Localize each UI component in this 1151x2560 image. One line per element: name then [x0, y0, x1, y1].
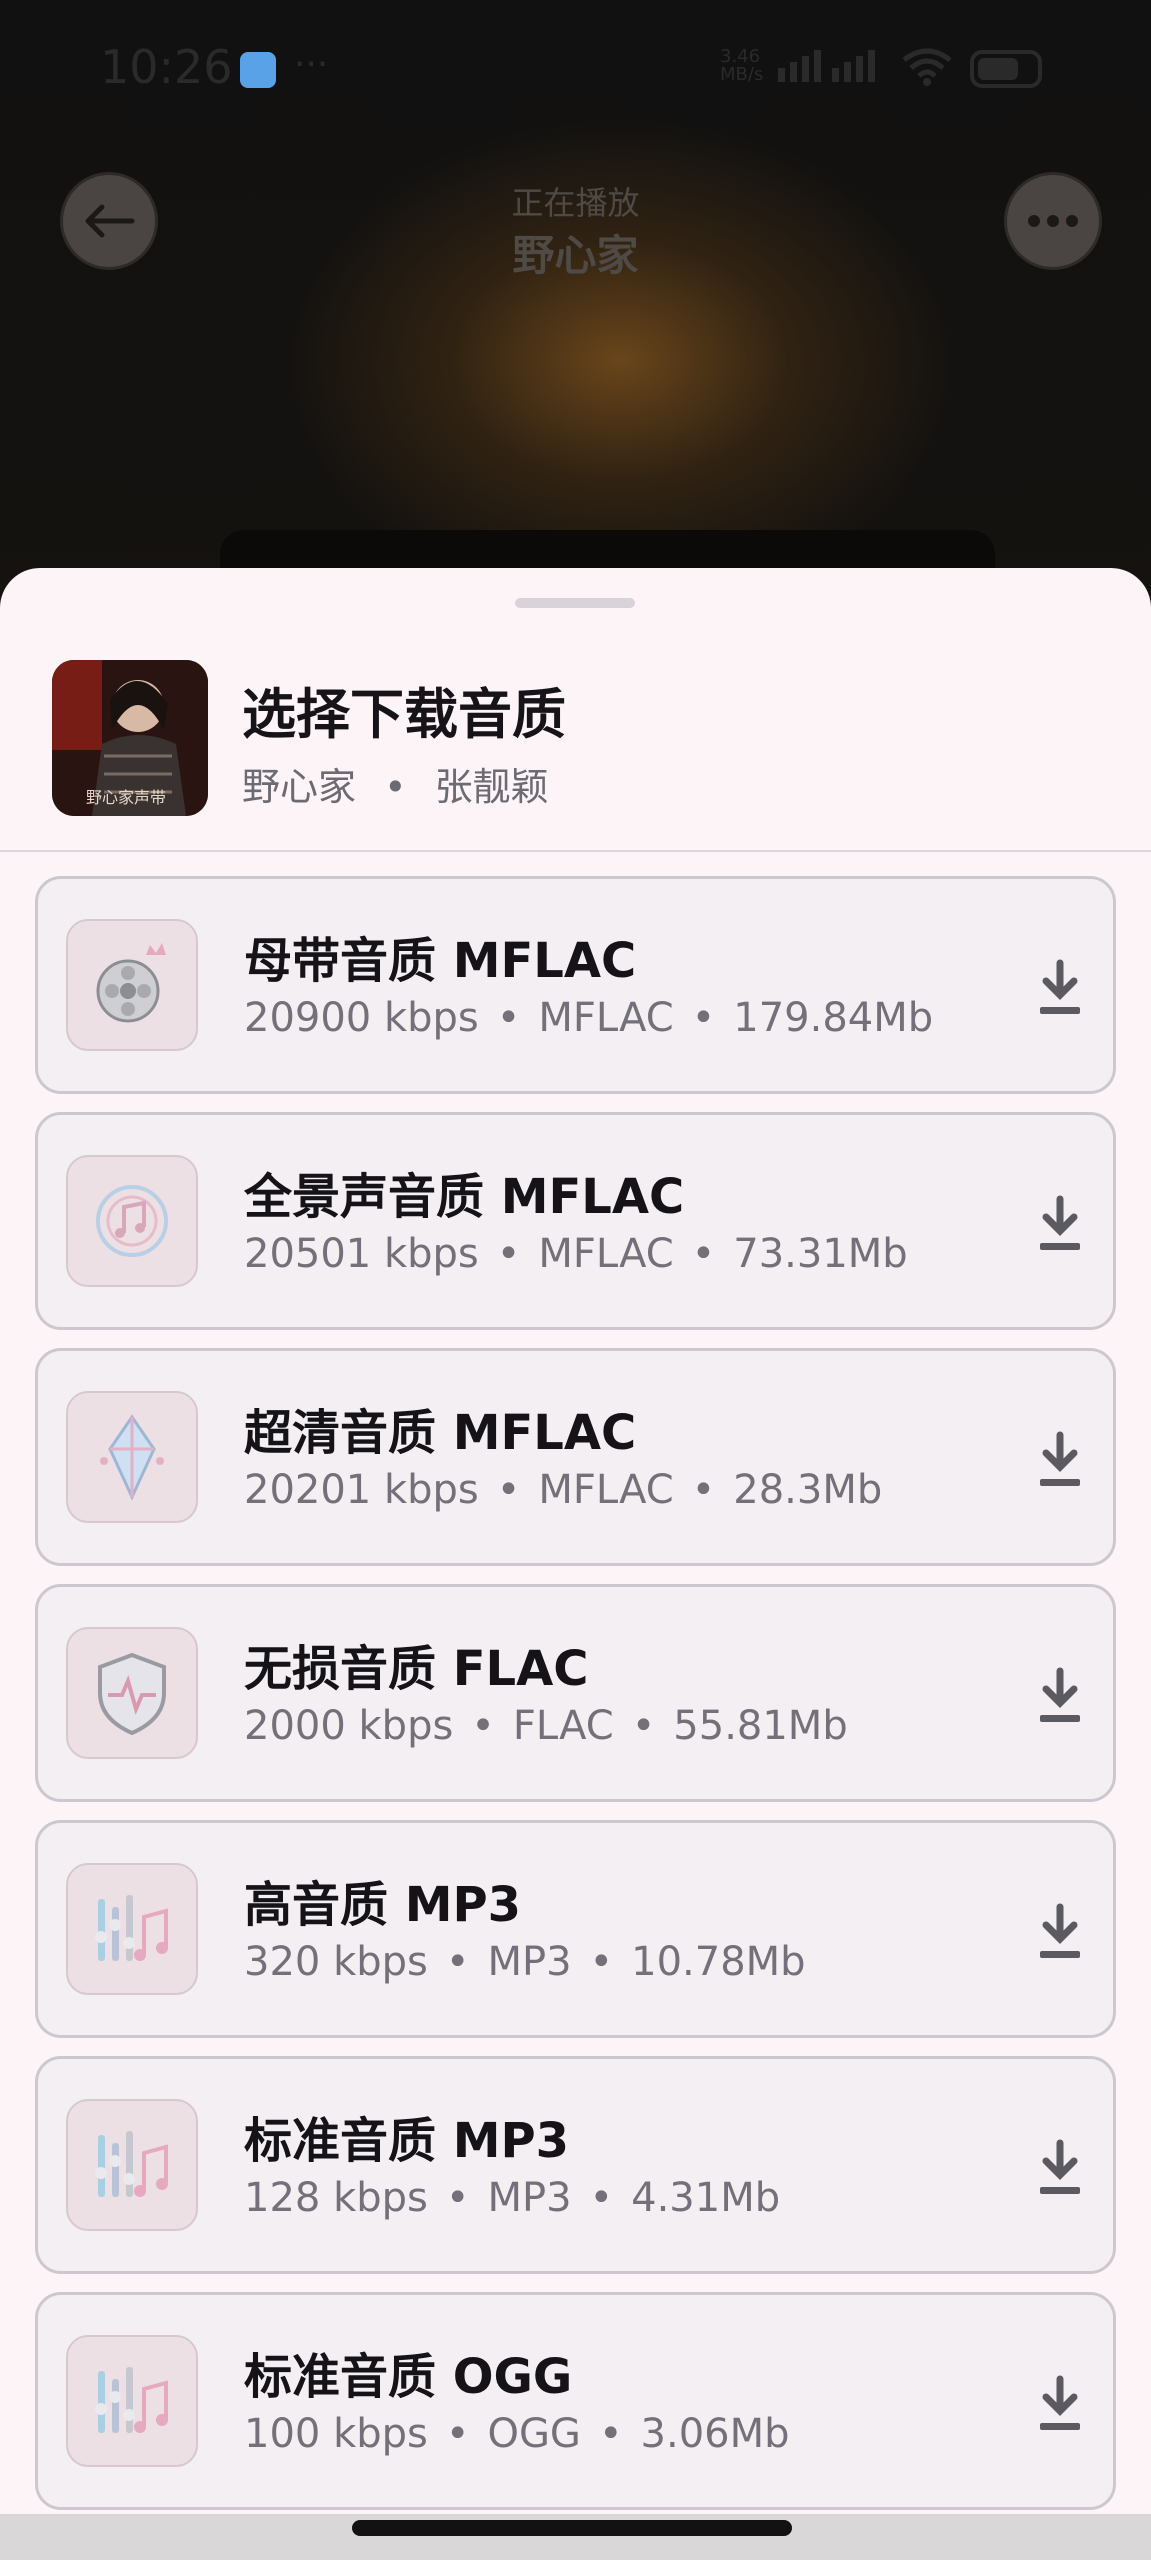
quality-format: MFLAC	[538, 1467, 674, 1513]
separator-dot: •	[589, 1939, 614, 1985]
quality-size: 4.31Mb	[631, 2175, 781, 2221]
sheet-drag-handle[interactable]	[515, 598, 635, 608]
separator-dot: •	[445, 1939, 470, 1985]
separator-dot: •	[496, 995, 521, 1041]
quality-bitrate: 128 kbps	[244, 2175, 428, 2221]
network-speed-unit: MB/s	[720, 64, 764, 85]
quality-format: OGG	[487, 2411, 581, 2457]
quality-size: 28.3Mb	[733, 1467, 883, 1513]
separator-dot: •	[496, 1231, 521, 1277]
quality-meta: 320 kbps • MP3 • 10.78Mb	[244, 1939, 806, 1985]
album-art-caption: 野心家声带	[86, 788, 167, 807]
quality-size: 179.84Mb	[733, 995, 934, 1041]
quality-meta: 100 kbps • OGG • 3.06Mb	[244, 2411, 790, 2457]
quality-bitrate: 20900 kbps	[244, 995, 479, 1041]
quality-bitrate: 20201 kbps	[244, 1467, 479, 1513]
app-notification-icon	[240, 52, 276, 88]
quality-option-high-mp3[interactable]: 高音质 MP3 320 kbps • MP3 • 10.78Mb	[35, 1820, 1116, 2038]
header-divider	[0, 850, 1151, 852]
quality-bitrate: 320 kbps	[244, 1939, 428, 1985]
quality-name: 超清音质 MFLAC	[244, 1405, 637, 1461]
quality-name: 标准音质 OGG	[244, 2349, 573, 2405]
separator-dot: •	[496, 1467, 521, 1513]
quality-bitrate: 20501 kbps	[244, 1231, 479, 1277]
quality-format: MP3	[487, 1939, 572, 1985]
quality-option-hires[interactable]: 超清音质 MFLAC 20201 kbps • MFLAC • 28.3Mb	[35, 1348, 1116, 1566]
equalizer-note-icon	[66, 2099, 198, 2231]
separator-dot: •	[691, 995, 716, 1041]
separator-dot: •	[691, 1231, 716, 1277]
quality-option-standard-mp3[interactable]: 标准音质 MP3 128 kbps • MP3 • 4.31Mb	[35, 2056, 1116, 2274]
quality-meta: 2000 kbps • FLAC • 55.81Mb	[244, 1703, 848, 1749]
quality-name: 标准音质 MP3	[244, 2113, 570, 2169]
master-reel-icon	[66, 919, 198, 1051]
quality-option-atmos[interactable]: 全景声音质 MFLAC 20501 kbps • MFLAC • 73.31Mb	[35, 1112, 1116, 1330]
signal-icon	[778, 50, 821, 82]
equalizer-note-icon	[66, 1863, 198, 1995]
quality-option-standard-ogg[interactable]: 标准音质 OGG 100 kbps • OGG • 3.06Mb	[35, 2292, 1116, 2510]
status-time: 10:26	[100, 40, 233, 94]
crystal-icon	[66, 1391, 198, 1523]
song-header: 野心家声带 选择下载音质 野心家 • 张靓颖	[52, 660, 1112, 816]
now-playing-label: 正在播放	[511, 184, 640, 222]
quality-size: 3.06Mb	[640, 2411, 790, 2457]
separator-dot: •	[384, 765, 407, 809]
quality-name: 全景声音质 MFLAC	[244, 1169, 685, 1225]
battery-icon	[970, 50, 1042, 88]
equalizer-note-icon	[66, 2335, 198, 2467]
lossless-shield-icon	[66, 1627, 198, 1759]
quality-name: 高音质 MP3	[244, 1877, 522, 1933]
quality-size: 55.81Mb	[673, 1703, 848, 1749]
quality-bitrate: 2000 kbps	[244, 1703, 454, 1749]
quality-size: 73.31Mb	[733, 1231, 908, 1277]
signal-icon-2	[832, 50, 875, 82]
quality-option-lossless[interactable]: 无损音质 FLAC 2000 kbps • FLAC • 55.81Mb	[35, 1584, 1116, 1802]
network-speed: 3.46 MB/s	[720, 48, 763, 84]
song-name: 野心家	[242, 765, 357, 809]
separator-dot: •	[445, 2411, 470, 2457]
quality-meta: 20900 kbps • MFLAC • 179.84Mb	[244, 995, 933, 1041]
quality-meta: 20501 kbps • MFLAC • 73.31Mb	[244, 1231, 908, 1277]
now-playing-title: 野心家	[512, 231, 639, 280]
quality-name: 无损音质 FLAC	[244, 1641, 589, 1697]
artist-name: 张靓颖	[434, 765, 549, 809]
separator-dot: •	[691, 1467, 716, 1513]
status-bar: 10:26 ··· 3.46 MB/s	[0, 0, 1151, 140]
quality-bitrate: 100 kbps	[244, 2411, 428, 2457]
separator-dot: •	[631, 1703, 656, 1749]
quality-format: MFLAC	[538, 995, 674, 1041]
more-notifications-icon: ···	[294, 44, 329, 85]
quality-format: FLAC	[512, 1703, 614, 1749]
song-info: 野心家 • 张靓颖	[242, 756, 549, 811]
quality-format: MFLAC	[538, 1231, 674, 1277]
quality-option-master[interactable]: 母带音质 MFLAC 20900 kbps • MFLAC • 179.84Mb	[35, 876, 1116, 1094]
download-icon[interactable]	[1038, 1431, 1082, 1489]
album-art: 野心家声带	[52, 660, 208, 816]
quality-format: MP3	[487, 2175, 572, 2221]
download-icon[interactable]	[1038, 1667, 1082, 1725]
home-indicator[interactable]	[352, 2520, 792, 2536]
quality-meta: 128 kbps • MP3 • 4.31Mb	[244, 2175, 780, 2221]
separator-dot: •	[589, 2175, 614, 2221]
separator-dot: •	[598, 2411, 623, 2457]
surround-music-icon	[66, 1155, 198, 1287]
quality-name: 母带音质 MFLAC	[244, 933, 637, 989]
download-icon[interactable]	[1038, 959, 1082, 1017]
quality-meta: 20201 kbps • MFLAC • 28.3Mb	[244, 1467, 882, 1513]
download-icon[interactable]	[1038, 2139, 1082, 2197]
separator-dot: •	[471, 1703, 495, 1749]
quality-size: 10.78Mb	[631, 1939, 806, 1985]
sheet-title: 选择下载音质	[242, 683, 566, 746]
download-icon[interactable]	[1038, 2375, 1082, 2433]
download-quality-sheet: 野心家声带 选择下载音质 野心家 • 张靓颖 母带音质 MFLAC 20900 …	[0, 568, 1151, 2560]
download-icon[interactable]	[1038, 1903, 1082, 1961]
download-icon[interactable]	[1038, 1195, 1082, 1253]
wifi-icon	[902, 48, 952, 86]
separator-dot: •	[445, 2175, 470, 2221]
